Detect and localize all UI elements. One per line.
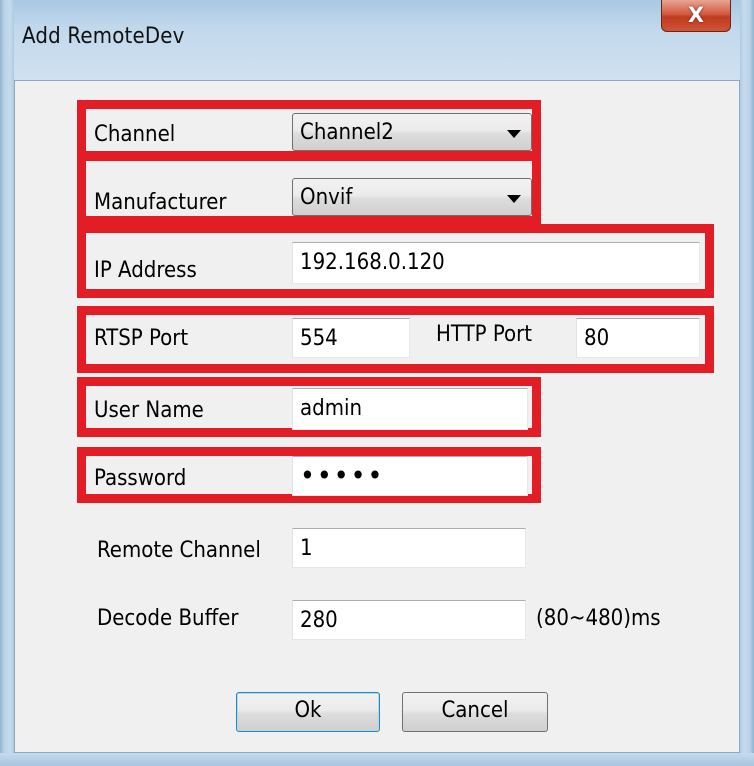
decode-buffer-input[interactable]: 280 [292,600,526,640]
decode-buffer-unit: (80~480)ms [536,606,661,631]
user-name-input[interactable]: admin [292,388,528,430]
manufacturer-value: Onvif [300,185,353,210]
channel-value: Channel2 [300,120,394,145]
ip-address-label: IP Address [94,258,197,283]
password-label: Password [94,466,187,491]
manufacturer-dropdown[interactable]: Onvif [292,178,532,216]
cancel-button[interactable]: Cancel [402,692,548,732]
channel-dropdown[interactable]: Channel2 [292,113,532,151]
user-name-label: User Name [94,398,204,423]
password-input[interactable]: ••••• [292,456,528,496]
http-port-label: HTTP Port [436,322,533,347]
ok-button[interactable]: Ok [236,692,380,732]
window-frame-right [740,0,754,766]
window-frame-left [0,0,14,766]
close-icon: X [687,3,705,27]
http-port-input[interactable]: 80 [576,318,700,358]
chevron-down-icon [507,130,521,138]
rtsp-port-label: RTSP Port [94,326,189,351]
chevron-down-icon [507,195,521,203]
decode-buffer-label: Decode Buffer [97,606,239,631]
ip-address-input[interactable]: 192.168.0.120 [292,242,700,284]
remote-channel-input[interactable]: 1 [292,528,526,568]
close-button[interactable]: X [661,0,731,32]
manufacturer-label: Manufacturer [94,190,227,215]
rtsp-port-input[interactable]: 554 [292,318,410,358]
remote-channel-label: Remote Channel [97,538,261,563]
window-title: Add RemoteDev [22,24,185,49]
channel-label: Channel [94,122,176,147]
window-frame-bottom [0,753,754,766]
